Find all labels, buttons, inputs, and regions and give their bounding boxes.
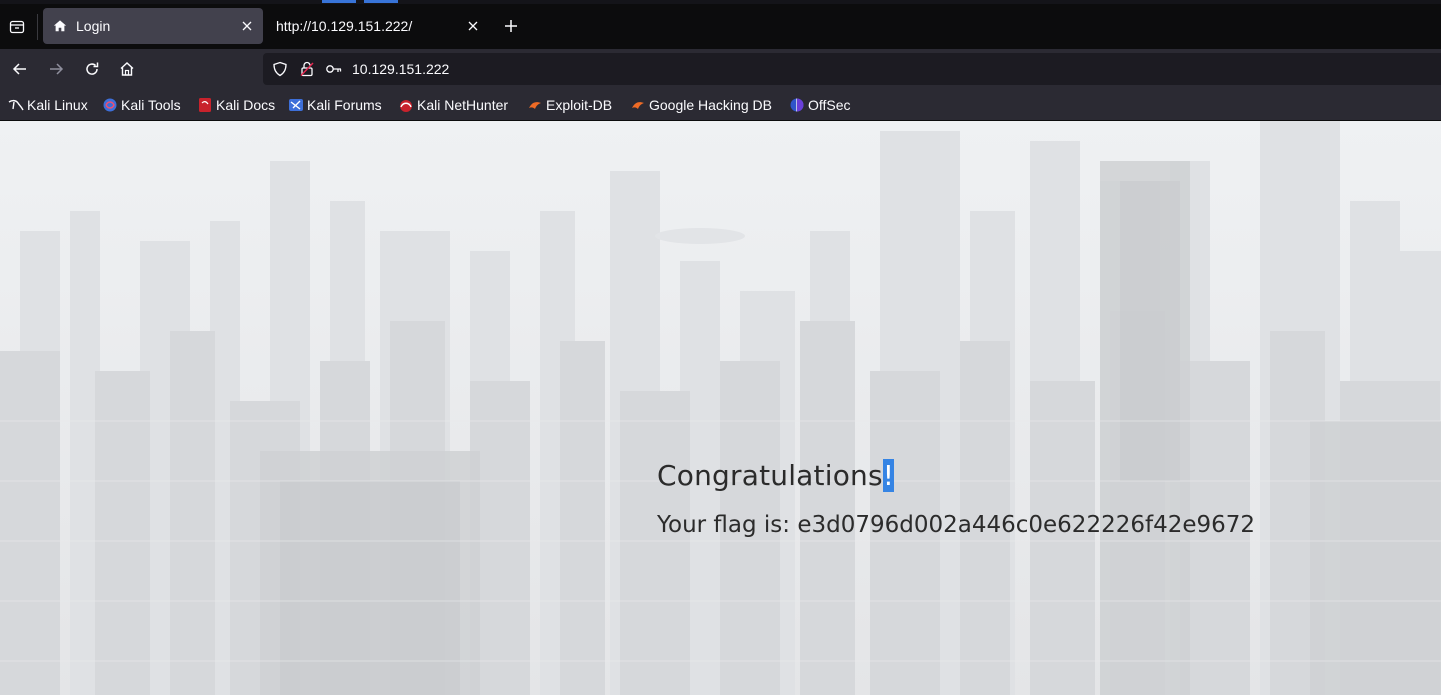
- bookmark-kali-linux[interactable]: Kali Linux: [8, 95, 88, 115]
- bookmark-label: Kali Docs: [216, 97, 276, 113]
- key-icon[interactable]: [325, 60, 343, 78]
- bookmark-kali-tools[interactable]: Kali Tools: [102, 95, 181, 115]
- reload-button[interactable]: [78, 55, 106, 83]
- navigation-toolbar: 10.129.151.222: [0, 49, 1441, 89]
- bookmark-exploit-db[interactable]: Exploit-DB: [527, 95, 612, 115]
- workspace-indicator: [364, 0, 398, 3]
- bookmark-label: Kali Linux: [27, 97, 88, 113]
- selected-text: !: [882, 459, 895, 492]
- bookmark-label: Kali Tools: [121, 97, 181, 113]
- bookmark-label: Google Hacking DB: [649, 97, 772, 113]
- tab-list-button[interactable]: [0, 8, 34, 46]
- bookmark-offsec[interactable]: OffSec: [789, 95, 851, 115]
- close-icon: [468, 21, 478, 31]
- close-tab-button[interactable]: [235, 14, 259, 38]
- plus-icon: [505, 20, 517, 32]
- bookmark-kali-nethunter[interactable]: Kali NetHunter: [398, 95, 508, 115]
- success-message: Congratulations! Your flag is: e3d0796d0…: [657, 459, 1255, 538]
- city-skyline-background: [0, 121, 1441, 695]
- tab-divider: [37, 14, 38, 40]
- kali-docs-icon: [197, 97, 213, 113]
- ghdb-icon: [630, 97, 646, 113]
- page-content: Congratulations! Your flag is: e3d0796d0…: [0, 121, 1441, 695]
- bookmarks-toolbar: Kali Linux Kali Tools Kali Docs Kali For…: [0, 89, 1441, 121]
- close-tab-button[interactable]: [461, 14, 485, 38]
- offsec-icon: [789, 97, 805, 113]
- tab-login[interactable]: Login: [43, 8, 263, 44]
- congratulations-heading: Congratulations!: [657, 459, 1255, 492]
- back-button[interactable]: [6, 55, 34, 83]
- bookmark-google-hacking-db[interactable]: Google Hacking DB: [630, 95, 772, 115]
- bookmark-kali-docs[interactable]: Kali Docs: [197, 95, 275, 115]
- kali-dragon-icon: [8, 97, 24, 113]
- new-tab-button[interactable]: [497, 12, 525, 40]
- bookmark-label: Kali NetHunter: [417, 97, 509, 113]
- shield-icon[interactable]: [271, 60, 289, 78]
- kali-forums-icon: [288, 97, 304, 113]
- tab-list-icon: [9, 20, 25, 34]
- bookmark-label: Exploit-DB: [546, 97, 613, 113]
- exploit-db-icon: [527, 97, 543, 113]
- home-icon: [120, 62, 134, 76]
- tab-label: http://10.129.151.222/: [276, 18, 413, 34]
- insecure-lock-icon[interactable]: [298, 60, 316, 78]
- close-icon: [242, 21, 252, 31]
- workspace-indicator: [322, 0, 356, 3]
- browser-window: Login http://10.129.151.222/ 10.129.151.…: [0, 0, 1441, 695]
- tab-label: Login: [76, 18, 111, 34]
- home-button[interactable]: [113, 55, 141, 83]
- nethunter-icon: [398, 97, 414, 113]
- bookmark-label: Kali Forums: [307, 97, 382, 113]
- kali-tools-icon: [102, 97, 118, 113]
- tab-ip-address[interactable]: http://10.129.151.222/: [266, 8, 489, 44]
- home-icon: [52, 18, 68, 34]
- heading-text: Congratulations: [657, 459, 883, 492]
- url-text: 10.129.151.222: [352, 61, 450, 77]
- flag-text: Your flag is: e3d0796d002a446c0e622226f4…: [657, 512, 1256, 538]
- tab-bar: Login http://10.129.151.222/: [0, 4, 1441, 49]
- address-bar[interactable]: 10.129.151.222: [263, 53, 1441, 85]
- bookmark-label: OffSec: [808, 97, 851, 113]
- forward-arrow-icon: [50, 63, 64, 75]
- bookmark-kali-forums[interactable]: Kali Forums: [288, 95, 382, 115]
- forward-button[interactable]: [42, 55, 70, 83]
- reload-icon: [86, 62, 99, 75]
- back-arrow-icon: [12, 63, 26, 75]
